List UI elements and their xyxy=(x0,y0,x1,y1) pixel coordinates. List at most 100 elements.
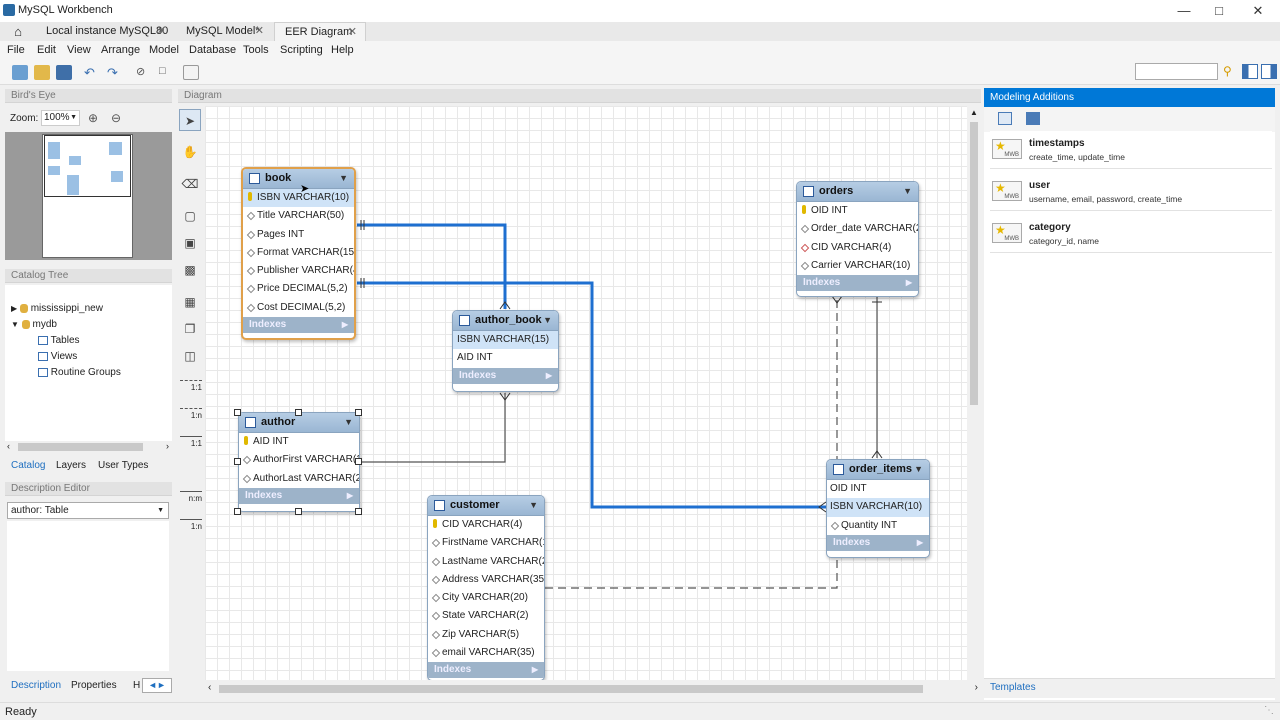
collapse-arrow-icon[interactable]: ▼ xyxy=(914,464,923,474)
diagram-horizontal-scrollbar[interactable]: ‹ › xyxy=(205,682,981,696)
column-row[interactable]: Address VARCHAR(35) xyxy=(428,571,544,589)
collapse-arrow-icon[interactable]: ▼ xyxy=(529,500,538,510)
scroll-right-icon[interactable]: › xyxy=(975,682,978,693)
column-row[interactable]: Cost DECIMAL(5,2) xyxy=(243,299,354,317)
column-row[interactable]: ISBN VARCHAR(10) xyxy=(243,189,354,208)
layer-tool-icon[interactable]: ▢ xyxy=(179,205,201,227)
rel-1-n-tool[interactable]: 1:n xyxy=(180,408,202,420)
column-row[interactable]: CID VARCHAR(4) xyxy=(428,516,544,534)
menu-model[interactable]: Model xyxy=(149,44,179,56)
open-model-icon[interactable] xyxy=(34,65,50,80)
column-row[interactable]: AuthorLast VARCHAR(25) xyxy=(239,470,359,488)
template-library-icon[interactable] xyxy=(1026,112,1040,125)
indexes-section[interactable]: Indexes ▶ xyxy=(827,534,929,551)
column-row[interactable]: LastName VARCHAR(25) xyxy=(428,553,544,571)
table-header[interactable]: book ▼ xyxy=(243,169,354,189)
collapse-arrow-icon[interactable]: ▼ xyxy=(903,186,912,196)
indexes-section[interactable]: Indexes ▶ xyxy=(453,367,558,384)
minimize-button[interactable]: — xyxy=(1166,0,1202,22)
rel-1-1-identifying-tool[interactable]: 1:1 xyxy=(180,436,202,448)
templates-tab[interactable]: Templates xyxy=(984,678,1275,698)
tab-scroll-arrows-icon[interactable]: ◄► xyxy=(142,678,172,693)
menu-tools[interactable]: Tools xyxy=(243,44,269,56)
resize-handle[interactable] xyxy=(234,508,241,515)
resize-handle[interactable] xyxy=(355,458,362,465)
column-row[interactable]: CID VARCHAR(4) xyxy=(797,239,918,257)
tree-horizontal-scrollbar[interactable]: ‹ › xyxy=(5,441,172,453)
expand-arrow-icon[interactable]: ▶ xyxy=(917,535,923,551)
tab-description[interactable]: Description xyxy=(11,680,61,691)
column-row[interactable]: Carrier VARCHAR(10) xyxy=(797,257,918,275)
column-row[interactable]: FirstName VARCHAR(15) xyxy=(428,534,544,552)
indexes-section[interactable]: Indexes ▶ xyxy=(797,275,918,292)
tab-user-types[interactable]: User Types xyxy=(98,460,148,471)
align-grid-icon[interactable]: □ xyxy=(159,65,166,77)
tab-properties[interactable]: Properties xyxy=(71,680,117,691)
search-icon[interactable]: ⚲ xyxy=(1223,64,1232,78)
column-row[interactable]: AID INT xyxy=(239,433,359,451)
diagram-canvas[interactable]: book ▼ ISBN VARCHAR(10) Title VARCHAR(50)… xyxy=(205,106,967,680)
expand-arrow-icon[interactable]: ▶ xyxy=(546,368,552,384)
resize-handle[interactable] xyxy=(295,508,302,515)
close-tab-icon[interactable]: ✕ xyxy=(157,22,166,40)
scroll-left-icon[interactable]: ‹ xyxy=(7,441,10,451)
template-item-timestamps[interactable]: MWB timestamps create_time, update_time xyxy=(990,131,1272,169)
expand-arrow-icon[interactable]: ▶ xyxy=(11,304,17,313)
new-diagram-icon[interactable] xyxy=(183,65,199,80)
indexes-section[interactable]: Indexes ▶ xyxy=(243,317,354,334)
menu-help[interactable]: Help xyxy=(331,44,354,56)
add-template-icon[interactable] xyxy=(998,112,1012,125)
tree-item-tables[interactable]: Tables xyxy=(38,335,80,346)
resize-grip-icon[interactable]: ⋱ xyxy=(1264,705,1274,716)
resize-handle[interactable] xyxy=(355,508,362,515)
menu-view[interactable]: View xyxy=(67,44,91,56)
table-header[interactable]: customer ▼ xyxy=(428,496,544,516)
eraser-tool-icon[interactable]: ⌫ xyxy=(179,173,201,195)
tree-item-mississippi-new[interactable]: ▶ mississippi_new xyxy=(11,303,103,314)
indexes-section[interactable]: Indexes ▶ xyxy=(428,662,544,679)
menu-arrange[interactable]: Arrange xyxy=(101,44,140,56)
column-row[interactable]: Pages INT xyxy=(243,226,354,244)
tab-mysql-model[interactable]: MySQL Model* ✕ xyxy=(176,22,272,41)
column-row[interactable]: City VARCHAR(20) xyxy=(428,589,544,607)
description-object-select[interactable]: author: Table ▼ xyxy=(7,502,169,519)
toggle-secondary-sidebar-icon[interactable] xyxy=(1261,64,1277,79)
column-row[interactable]: ISBN VARCHAR(10) xyxy=(827,498,929,517)
table-order-items[interactable]: order_items ▼ OID INT ISBN VARCHAR(10) Qu… xyxy=(826,459,930,558)
scroll-thumb[interactable] xyxy=(970,122,978,405)
menu-scripting[interactable]: Scripting xyxy=(280,44,323,56)
collapse-arrow-icon[interactable]: ▼ xyxy=(339,173,348,183)
table-tool-icon[interactable]: ▦ xyxy=(179,291,201,313)
new-model-icon[interactable] xyxy=(12,65,28,80)
description-textarea[interactable] xyxy=(7,521,169,671)
pointer-tool-icon[interactable]: ➤ xyxy=(179,109,201,131)
collapse-arrow-icon[interactable]: ▼ xyxy=(344,417,353,427)
toggle-sidebar-icon[interactable] xyxy=(1242,64,1258,79)
column-row[interactable]: email VARCHAR(35) xyxy=(428,644,544,662)
zoom-out-icon[interactable]: ⊖ xyxy=(111,111,121,125)
tree-item-views[interactable]: Views xyxy=(38,351,77,362)
column-row[interactable]: OID INT xyxy=(827,480,929,498)
routine-group-tool-icon[interactable]: ◫ xyxy=(179,345,201,367)
column-row[interactable]: OID INT xyxy=(797,202,918,220)
column-row[interactable]: Quantity INT xyxy=(827,517,929,535)
tab-layers[interactable]: Layers xyxy=(56,460,86,471)
column-row[interactable]: Price DECIMAL(5,2) xyxy=(243,280,354,298)
table-customer[interactable]: customer ▼ CID VARCHAR(4) FirstName VARCH… xyxy=(427,495,545,680)
table-header[interactable]: order_items ▼ xyxy=(827,460,929,480)
column-row[interactable]: Format VARCHAR(15) xyxy=(243,244,354,262)
hand-tool-icon[interactable]: ✋ xyxy=(179,141,201,163)
table-header[interactable]: author ▼ xyxy=(239,413,359,433)
close-tab-icon[interactable]: ✕ xyxy=(348,23,357,41)
close-button[interactable]: ✕ xyxy=(1240,0,1276,22)
table-author-book[interactable]: author_book ▼ ISBN VARCHAR(15) AID INT In… xyxy=(452,310,559,392)
scroll-thumb[interactable] xyxy=(18,443,143,451)
resize-handle[interactable] xyxy=(355,409,362,416)
column-row[interactable]: Title VARCHAR(50) xyxy=(243,207,354,225)
column-row[interactable]: AID INT xyxy=(453,349,558,367)
expand-arrow-icon[interactable]: ▶ xyxy=(347,488,353,504)
column-row[interactable]: Order_date VARCHAR(20) xyxy=(797,220,918,238)
redo-icon[interactable]: ↷ xyxy=(107,65,118,81)
tree-item-mydb[interactable]: ▼ mydb xyxy=(11,319,57,330)
resize-handle[interactable] xyxy=(234,409,241,416)
